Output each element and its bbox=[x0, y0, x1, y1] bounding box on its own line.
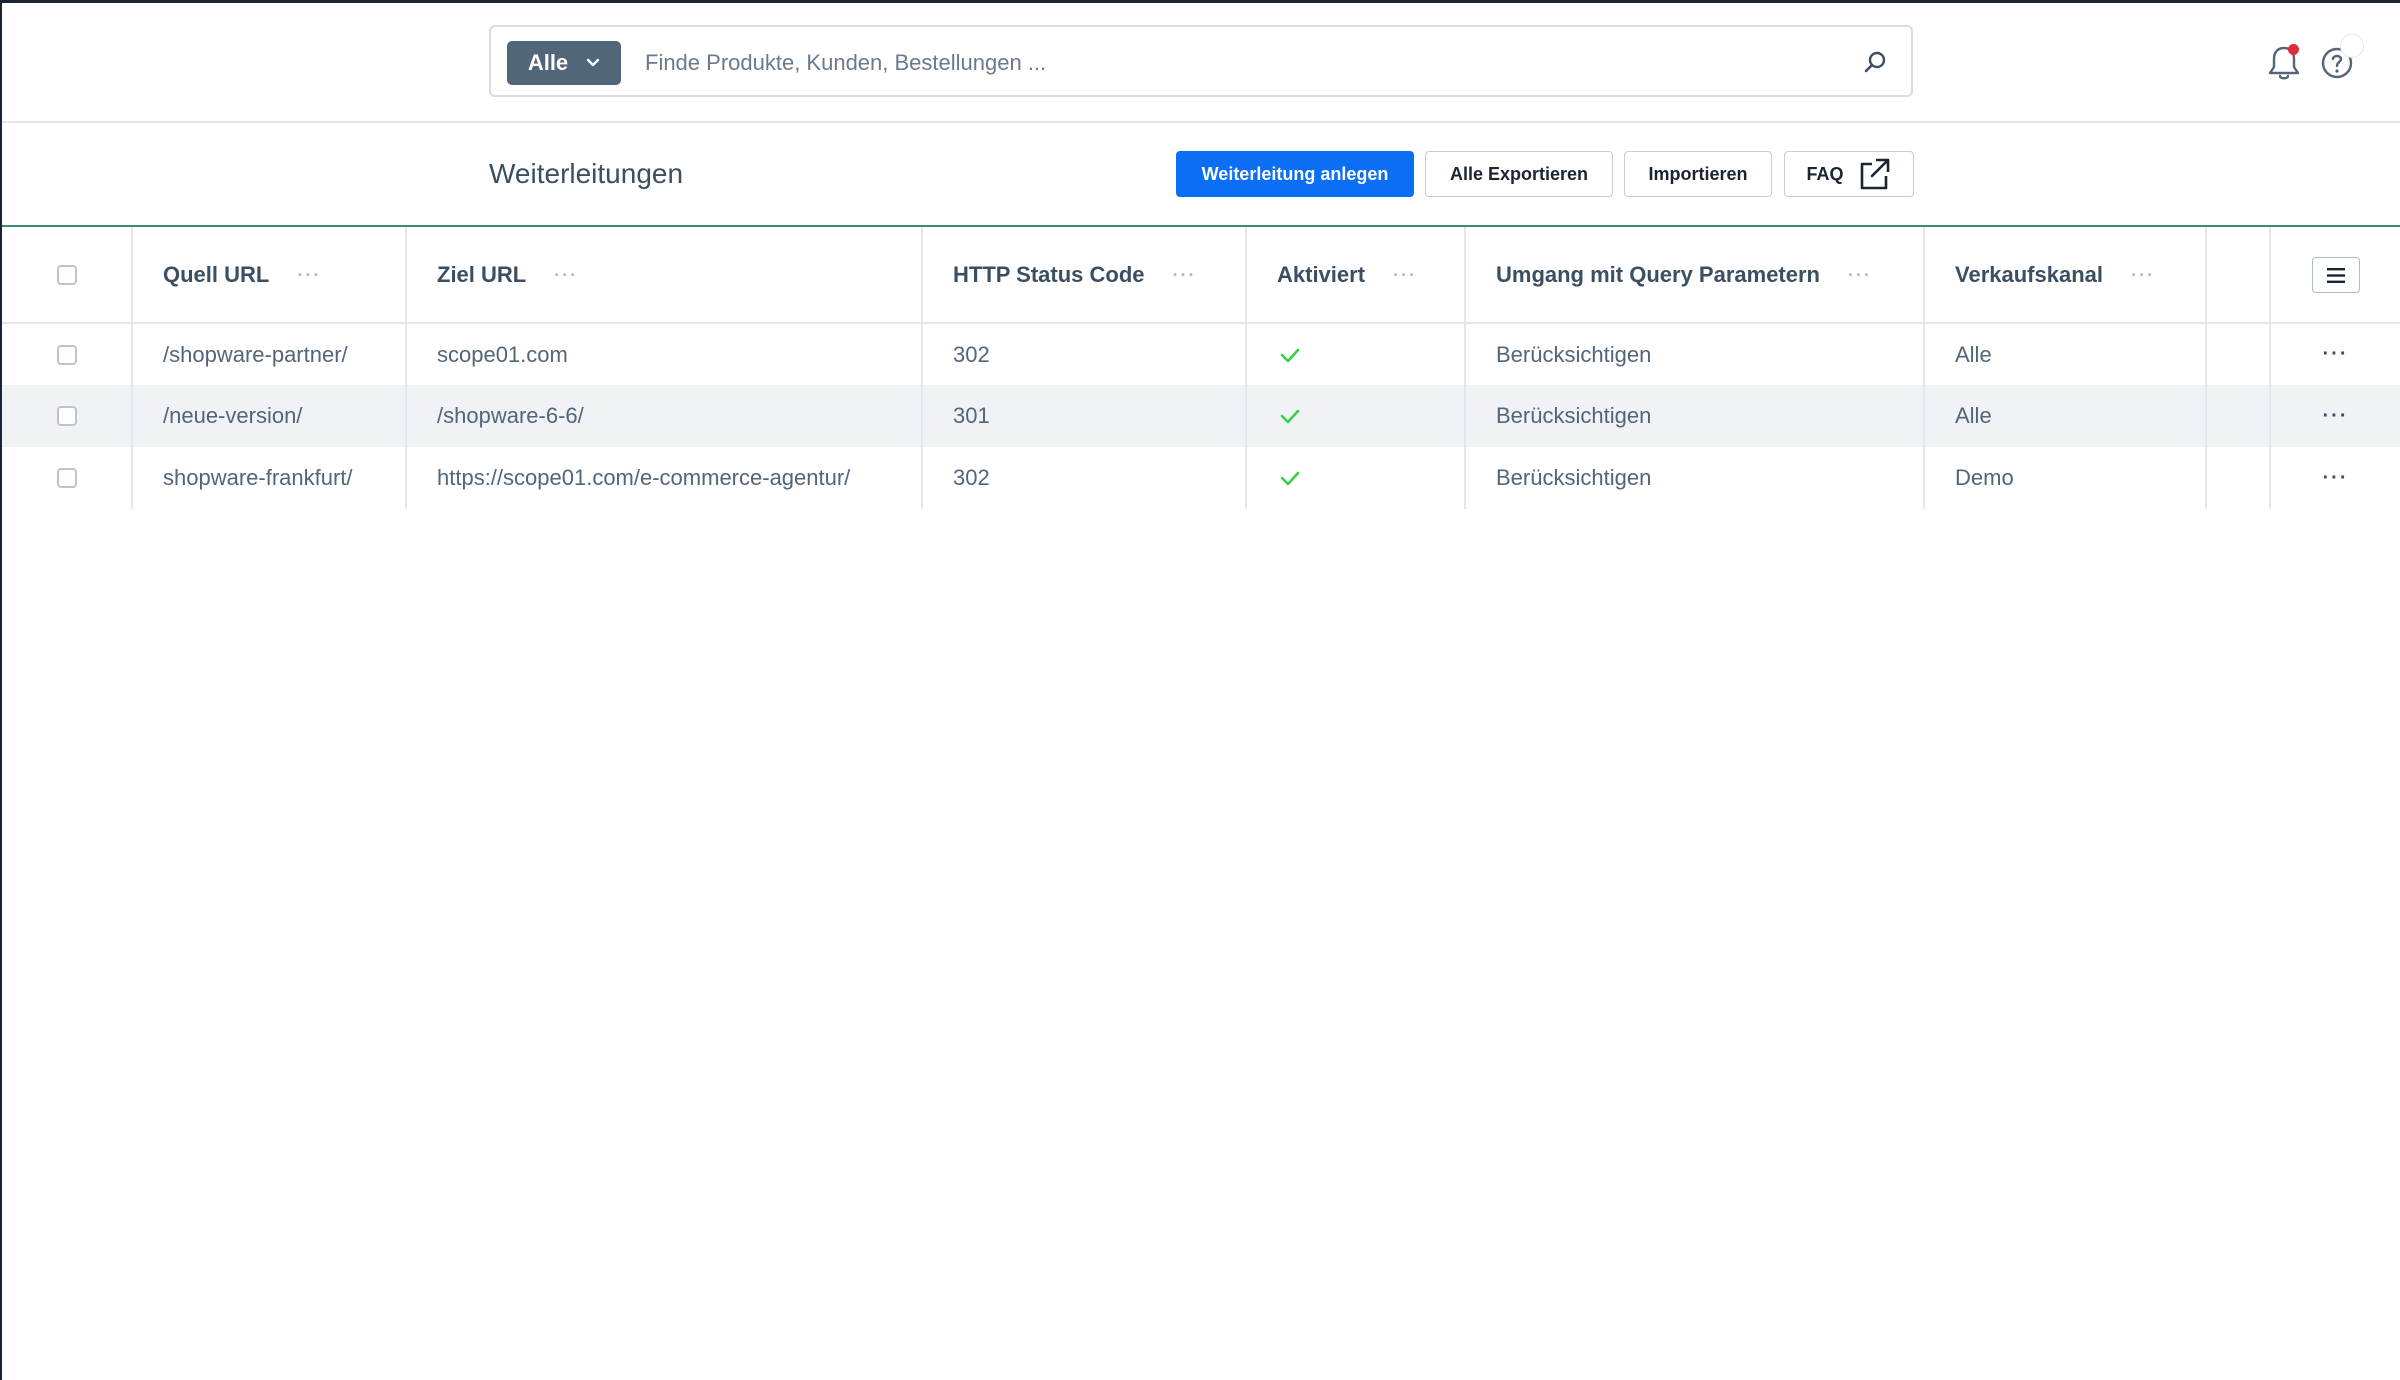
column-header-label: Aktiviert bbox=[1277, 261, 1366, 287]
row-actions-icon[interactable]: ··· bbox=[2271, 405, 2400, 428]
column-header-label: HTTP Status Code bbox=[953, 261, 1145, 287]
search-scope-label: Alle bbox=[527, 50, 569, 75]
redirects-table: Quell URL ··· Ziel URL ··· HTTP Status Cod… bbox=[2, 227, 2400, 509]
row-actions-icon[interactable]: ··· bbox=[2271, 343, 2400, 366]
search-input[interactable] bbox=[643, 37, 1827, 89]
cell-active bbox=[1246, 447, 1466, 509]
select-all-checkbox[interactable] bbox=[56, 264, 77, 285]
header-spacer bbox=[2206, 227, 2271, 324]
cell-sales-channel: Demo bbox=[1924, 447, 2207, 509]
select-all-cell bbox=[2, 227, 133, 324]
column-header-active[interactable]: Aktiviert ··· bbox=[1246, 227, 1466, 324]
cell-active bbox=[1246, 323, 1466, 385]
cell-query-params: Berücksichtigen bbox=[1465, 385, 1925, 447]
column-menu-icon[interactable]: ··· bbox=[297, 265, 321, 286]
notification-badge bbox=[2288, 44, 2299, 55]
column-menu-icon[interactable]: ··· bbox=[1393, 265, 1417, 286]
cell-sales-channel: Alle bbox=[1924, 323, 2207, 385]
column-header-label: Umgang mit Query Parametern bbox=[1496, 261, 1820, 287]
column-menu-icon[interactable]: ··· bbox=[2131, 265, 2155, 286]
row-actions-cell: ··· bbox=[2270, 385, 2400, 447]
export-all-button[interactable]: Alle Exportieren bbox=[1425, 151, 1613, 197]
faq-label: FAQ bbox=[1806, 163, 1844, 184]
row-spacer bbox=[2206, 447, 2271, 509]
global-search: Alle bbox=[489, 25, 1913, 97]
table-row[interactable]: /neue-version/ /shopware-6-6/ 301 Berück… bbox=[2, 385, 2400, 447]
column-settings-button[interactable] bbox=[2311, 256, 2360, 293]
check-icon bbox=[1280, 409, 1300, 424]
table-header-row: Quell URL ··· Ziel URL ··· HTTP Status Cod… bbox=[2, 227, 2400, 324]
cell-query-params: Berücksichtigen bbox=[1465, 447, 1925, 509]
column-header-label: Ziel URL bbox=[437, 261, 527, 287]
cell-source-url[interactable]: /neue-version/ bbox=[132, 385, 407, 447]
cell-http-status: 302 bbox=[922, 323, 1247, 385]
row-checkbox[interactable] bbox=[56, 468, 77, 488]
chevron-down-icon bbox=[586, 58, 600, 67]
column-header-source-url[interactable]: Quell URL ··· bbox=[132, 227, 407, 324]
row-select-cell bbox=[2, 385, 133, 447]
row-spacer bbox=[2206, 385, 2271, 447]
page-title: Weiterleitungen bbox=[489, 158, 684, 189]
cell-active bbox=[1246, 385, 1466, 447]
cell-query-params: Berücksichtigen bbox=[1465, 323, 1925, 385]
column-header-label: Quell URL bbox=[163, 261, 270, 287]
cell-target-url: scope01.com bbox=[406, 323, 923, 385]
column-header-target-url[interactable]: Ziel URL ··· bbox=[406, 227, 923, 324]
cell-target-url: /shopware-6-6/ bbox=[406, 385, 923, 447]
row-spacer bbox=[2206, 323, 2271, 385]
column-menu-icon[interactable]: ··· bbox=[1848, 265, 1872, 286]
column-header-label: Verkaufskanal bbox=[1955, 261, 2103, 287]
column-settings-cell bbox=[2270, 227, 2400, 324]
row-actions-icon[interactable]: ··· bbox=[2271, 467, 2400, 490]
row-select-cell bbox=[2, 447, 133, 509]
faq-button[interactable]: FAQ bbox=[1784, 151, 1914, 197]
cell-http-status: 301 bbox=[922, 385, 1247, 447]
smart-bar: Weiterleitungen Weiterleitung anlegen Al… bbox=[2, 123, 2400, 227]
create-redirect-button[interactable]: Weiterleitung anlegen bbox=[1176, 151, 1414, 197]
check-icon bbox=[1280, 471, 1300, 486]
column-menu-icon[interactable]: ··· bbox=[554, 265, 578, 286]
cell-source-url[interactable]: /shopware-partner/ bbox=[132, 323, 407, 385]
row-checkbox[interactable] bbox=[56, 406, 77, 426]
table-row[interactable]: shopware-frankfurt/ https://scope01.com/… bbox=[2, 447, 2400, 509]
column-header-query-params[interactable]: Umgang mit Query Parametern ··· bbox=[1465, 227, 1925, 324]
check-icon bbox=[1280, 348, 1300, 362]
column-header-http-status[interactable]: HTTP Status Code ··· bbox=[922, 227, 1247, 324]
help-indicator bbox=[2340, 34, 2364, 58]
row-actions-cell: ··· bbox=[2270, 323, 2400, 385]
top-bar: Alle bbox=[2, 3, 2400, 123]
cell-target-url: https://scope01.com/e-commerce-agentur/ bbox=[406, 447, 923, 509]
search-scope-dropdown[interactable]: Alle bbox=[507, 41, 621, 85]
menu-icon bbox=[2326, 267, 2345, 283]
row-checkbox[interactable] bbox=[56, 344, 77, 365]
column-header-sales-channel[interactable]: Verkaufskanal ··· bbox=[1924, 227, 2207, 324]
search-icon[interactable] bbox=[1861, 49, 1889, 77]
cell-sales-channel: Alle bbox=[1924, 385, 2207, 447]
column-menu-icon[interactable]: ··· bbox=[1173, 265, 1197, 286]
table-row[interactable]: /shopware-partner/ scope01.com 302 Berüc… bbox=[2, 323, 2400, 385]
cell-http-status: 302 bbox=[922, 447, 1247, 509]
row-select-cell bbox=[2, 323, 133, 385]
import-button[interactable]: Importieren bbox=[1624, 151, 1772, 197]
row-actions-cell: ··· bbox=[2270, 447, 2400, 509]
cell-source-url[interactable]: shopware-frankfurt/ bbox=[132, 447, 407, 509]
external-link-icon bbox=[1860, 158, 1889, 190]
